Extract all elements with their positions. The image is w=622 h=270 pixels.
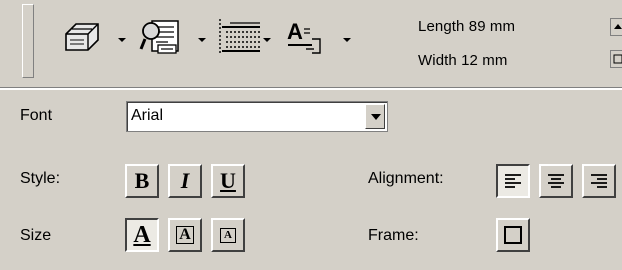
style-label: Style: [20,170,61,187]
svg-text:A: A [287,19,303,44]
size-large-button[interactable]: A [125,218,159,252]
print-dropdown-arrow[interactable] [118,38,126,42]
length-spinner[interactable] [610,18,622,36]
size-medium-icon: A [176,226,194,244]
size-medium-button[interactable]: A [168,218,202,252]
frame-icon [504,226,522,244]
chevron-down-icon[interactable] [365,104,385,129]
length-readout: Length 89 mm [418,18,516,35]
bold-button[interactable]: B [125,164,159,198]
underline-icon: U [220,168,236,193]
spinner-icon [613,54,622,64]
bold-icon: B [134,168,150,193]
label-settings-panel: A Length 89 mm Width 12 mm Font Arial St… [0,0,622,270]
text-format-button[interactable]: A [284,14,328,58]
width-spinner[interactable] [610,50,622,68]
toolbar: A Length 89 mm Width 12 mm [0,0,622,90]
align-left-icon [505,174,521,188]
font-select-value: Arial [131,107,164,124]
preview-button[interactable] [138,14,186,58]
page-setup-button[interactable] [216,14,264,58]
text-format-dropdown-arrow[interactable] [343,38,351,42]
width-readout: Width 12 mm [418,52,508,69]
align-right-icon [591,174,607,188]
preview-icon [139,20,179,54]
size-small-button[interactable]: A [211,218,245,252]
align-left-button[interactable] [496,164,530,198]
toolbar-grip[interactable] [22,4,34,78]
page-setup-icon [219,19,260,55]
font-label: Font [20,107,53,124]
alignment-label: Alignment: [368,170,444,187]
spinner-up-icon [614,24,622,29]
print-button[interactable] [58,14,104,58]
print-icon [65,23,99,51]
font-select[interactable]: Arial [126,101,388,132]
align-center-icon [548,174,564,188]
italic-button[interactable]: I [168,164,202,198]
page-setup-dropdown-arrow[interactable] [263,38,271,42]
text-format-icon: A [287,19,321,54]
size-small-icon: A [220,227,236,243]
italic-icon: I [180,168,190,193]
preview-dropdown-arrow[interactable] [198,38,206,42]
underline-button[interactable]: U [211,164,245,198]
align-right-button[interactable] [582,164,616,198]
align-center-button[interactable] [539,164,573,198]
size-label: Size [20,227,52,244]
frame-button[interactable] [496,218,530,252]
size-large-icon: A [133,222,151,248]
frame-label: Frame: [368,227,419,244]
